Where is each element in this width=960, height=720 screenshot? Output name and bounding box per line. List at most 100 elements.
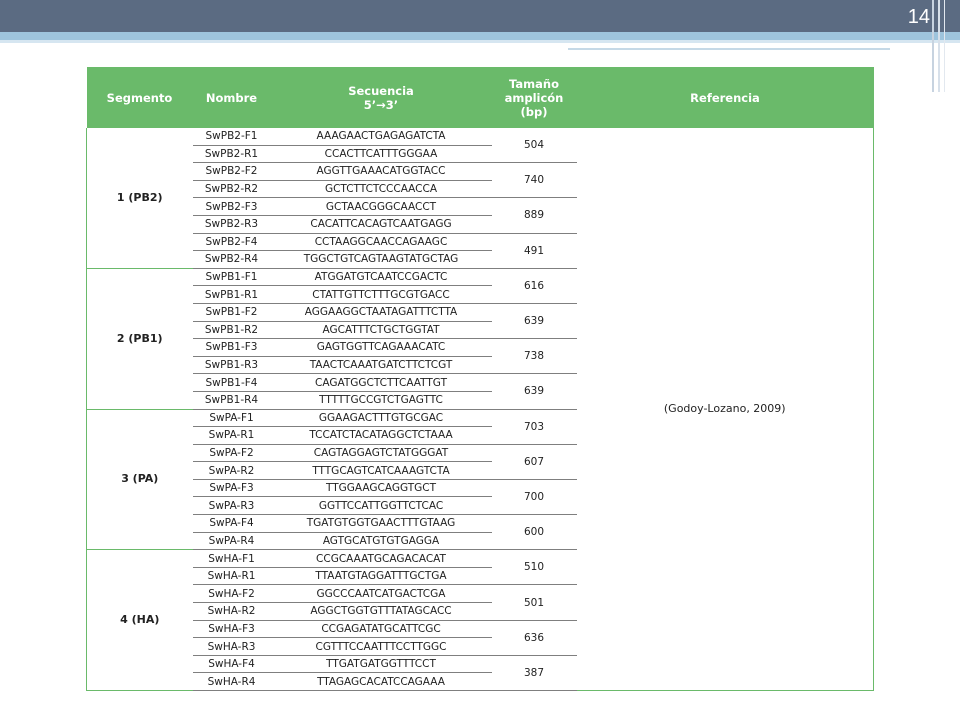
header-secuencia: Secuencia 5’→3’ (270, 67, 492, 128)
header-referencia: Referencia (576, 67, 874, 128)
header-accent-stripe (0, 32, 960, 40)
reference-citation: (Godoy-Lozano, 2009) (576, 128, 874, 691)
primer-sequence: TTAATGTAGGATTTGCTGA (270, 567, 492, 586)
decorative-vertical-bar (938, 0, 940, 92)
primer-sequence: TTGATGATGGTTTCCT (270, 655, 492, 674)
amplicon-size: 740 (491, 162, 577, 199)
primer-name: SwPB1-R1 (192, 285, 271, 304)
primer-sequence: GCTCTTCTCCCAACCA (270, 180, 492, 199)
amplicon-size: 387 (491, 655, 577, 692)
primer-sequence: CAGATGGCTCTTCAATTGT (270, 373, 492, 392)
primer-sequence: TGATGTGGTGAACTTTGTAAG (270, 514, 492, 533)
primer-name: SwPA-F1 (192, 409, 271, 428)
primer-name: SwPB2-R1 (192, 145, 271, 164)
amplicon-size: 738 (491, 338, 577, 375)
amplicon-size: 600 (491, 514, 577, 551)
amplicon-size: 491 (491, 233, 577, 269)
primer-name: SwPB2-R2 (192, 180, 271, 199)
primer-name: SwPB2-F4 (192, 233, 271, 252)
amplicon-size: 616 (491, 268, 577, 304)
primer-sequence: CAGTAGGAGTCTATGGGAT (270, 444, 492, 463)
primer-sequence: GGAAGACTTTGTGCGAC (270, 409, 492, 428)
primer-name: SwPB2-R4 (192, 250, 271, 269)
amplicon-size: 700 (491, 479, 577, 516)
primer-name: SwPB1-F2 (192, 303, 271, 322)
amplicon-size: 703 (491, 409, 577, 445)
primer-name: SwPB2-F1 (192, 128, 271, 146)
primer-sequence: ATGGATGTCAATCCGACTC (270, 268, 492, 287)
header-segmento: Segmento (86, 67, 193, 128)
primer-table: Segmento Nombre Secuencia 5’→3’ Tamaño amp… (86, 67, 874, 692)
decorative-vertical-bar (932, 0, 934, 92)
primer-name: SwPA-R3 (192, 496, 271, 516)
primer-name: SwHA-F2 (192, 584, 271, 604)
primer-sequence: AGGAAGGCTAATAGATTTCTTA (270, 303, 492, 322)
primer-name: SwPB2-F3 (192, 197, 271, 216)
primer-name: SwPB1-F4 (192, 373, 271, 392)
table-row: 1 (PB2) SwPB2-F1 AAAGAACTGAGAGATCTA 504 (God… (86, 128, 874, 691)
amplicon-size: 607 (491, 444, 577, 480)
header-nombre: Nombre (192, 67, 271, 128)
primer-sequence: TAACTCAAATGATCTTCTCGT (270, 356, 492, 375)
primer-sequence: TTGGAAGCAGGTGCT (270, 479, 492, 498)
primer-sequence: GAGTGGTTCAGAAACATC (270, 338, 492, 357)
amplicon-size: 636 (491, 620, 577, 656)
primer-name: SwPB1-R2 (192, 321, 271, 340)
slide-number: 14 (907, 6, 930, 28)
primer-sequence: CCGAGATATGCATTCGC (270, 620, 492, 639)
primer-name: SwPB2-R3 (192, 215, 271, 234)
primer-sequence: AGGCTGGTGTTTATAGCACC (270, 602, 492, 621)
primer-sequence: TTTTTGCCGTCTGAGTTC (270, 391, 492, 410)
primer-name: SwPA-R1 (192, 426, 271, 445)
primer-sequence: TTAGAGCACATCCAGAAA (270, 672, 492, 691)
primer-sequence: AGTGCATGTGTGAGGA (270, 532, 492, 551)
primer-sequence: CGTTTCCAATTTCCTTGGC (270, 637, 492, 656)
amplicon-size: 889 (491, 197, 577, 234)
table-body: 1 (PB2) SwPB2-F1 AAAGAACTGAGAGATCTA 504 (God… (86, 128, 874, 692)
segment-label: 3 (PA) (86, 409, 193, 551)
primer-sequence: TGGCTGTCAGTAAGTATGCTAG (270, 250, 492, 269)
primer-sequence: CCGCAAATGCAGACACAT (270, 549, 492, 568)
slide-header-bar (0, 0, 960, 32)
header-rule-line (568, 48, 890, 50)
segment-label: 4 (HA) (86, 549, 193, 691)
amplicon-size: 504 (491, 128, 577, 164)
primer-name: SwPB2-F2 (192, 162, 271, 181)
segment-label: 2 (PB1) (86, 268, 193, 410)
primer-name: SwPB1-R3 (192, 356, 271, 375)
primer-sequence: CCTAAGGCAACCAGAAGC (270, 233, 492, 252)
primer-sequence: TCCATCTACATAGGCTCTAAA (270, 426, 492, 445)
primer-name: SwPB1-F3 (192, 338, 271, 357)
amplicon-size: 501 (491, 584, 577, 621)
amplicon-size: 639 (491, 303, 577, 340)
primer-name: SwPA-F3 (192, 479, 271, 498)
primer-name: SwPA-R4 (192, 532, 271, 551)
primer-name: SwPB1-F1 (192, 268, 271, 287)
primer-name: SwPA-F4 (192, 514, 271, 533)
primer-name: SwHA-R2 (192, 602, 271, 621)
header-light-stripe (0, 40, 960, 43)
header-tamano-amplicon: Tamaño amplicón (bp) (491, 67, 577, 128)
primer-sequence: AAAGAACTGAGAGATCTA (270, 128, 492, 146)
amplicon-size: 510 (491, 549, 577, 586)
primer-name: SwPA-F2 (192, 444, 271, 463)
segment-label: 1 (PB2) (86, 128, 193, 269)
primer-name: SwHA-F3 (192, 620, 271, 639)
primer-sequence: TTTGCAGTCATCAAAGTCTA (270, 461, 492, 480)
primer-name: SwHA-R3 (192, 637, 271, 656)
primer-sequence: AGCATTTCTGCTGGTAT (270, 321, 492, 340)
primer-name: SwPA-R2 (192, 461, 271, 480)
primer-sequence: GCTAACGGGCAACCT (270, 197, 492, 216)
primer-sequence: CTATTGTTCTTTGCGTGACC (270, 285, 492, 304)
primer-name: SwHA-F4 (192, 655, 271, 674)
amplicon-size: 639 (491, 373, 577, 410)
primer-sequence: CACATTCACAGTCAATGAGG (270, 215, 492, 234)
primer-name: SwHA-R1 (192, 567, 271, 586)
primer-sequence: CCACTTCATTTGGGAA (270, 145, 492, 164)
primer-sequence: GGCCCAATCATGACTCGA (270, 584, 492, 604)
primer-name: SwHA-R4 (192, 672, 271, 691)
primer-sequence: GGTTCCATTGGTTCTCAC (270, 496, 492, 516)
table-header-row: Segmento Nombre Secuencia 5’→3’ Tamaño amp… (86, 67, 874, 128)
primer-name: SwHA-F1 (192, 549, 271, 568)
decorative-vertical-bar (944, 0, 945, 92)
